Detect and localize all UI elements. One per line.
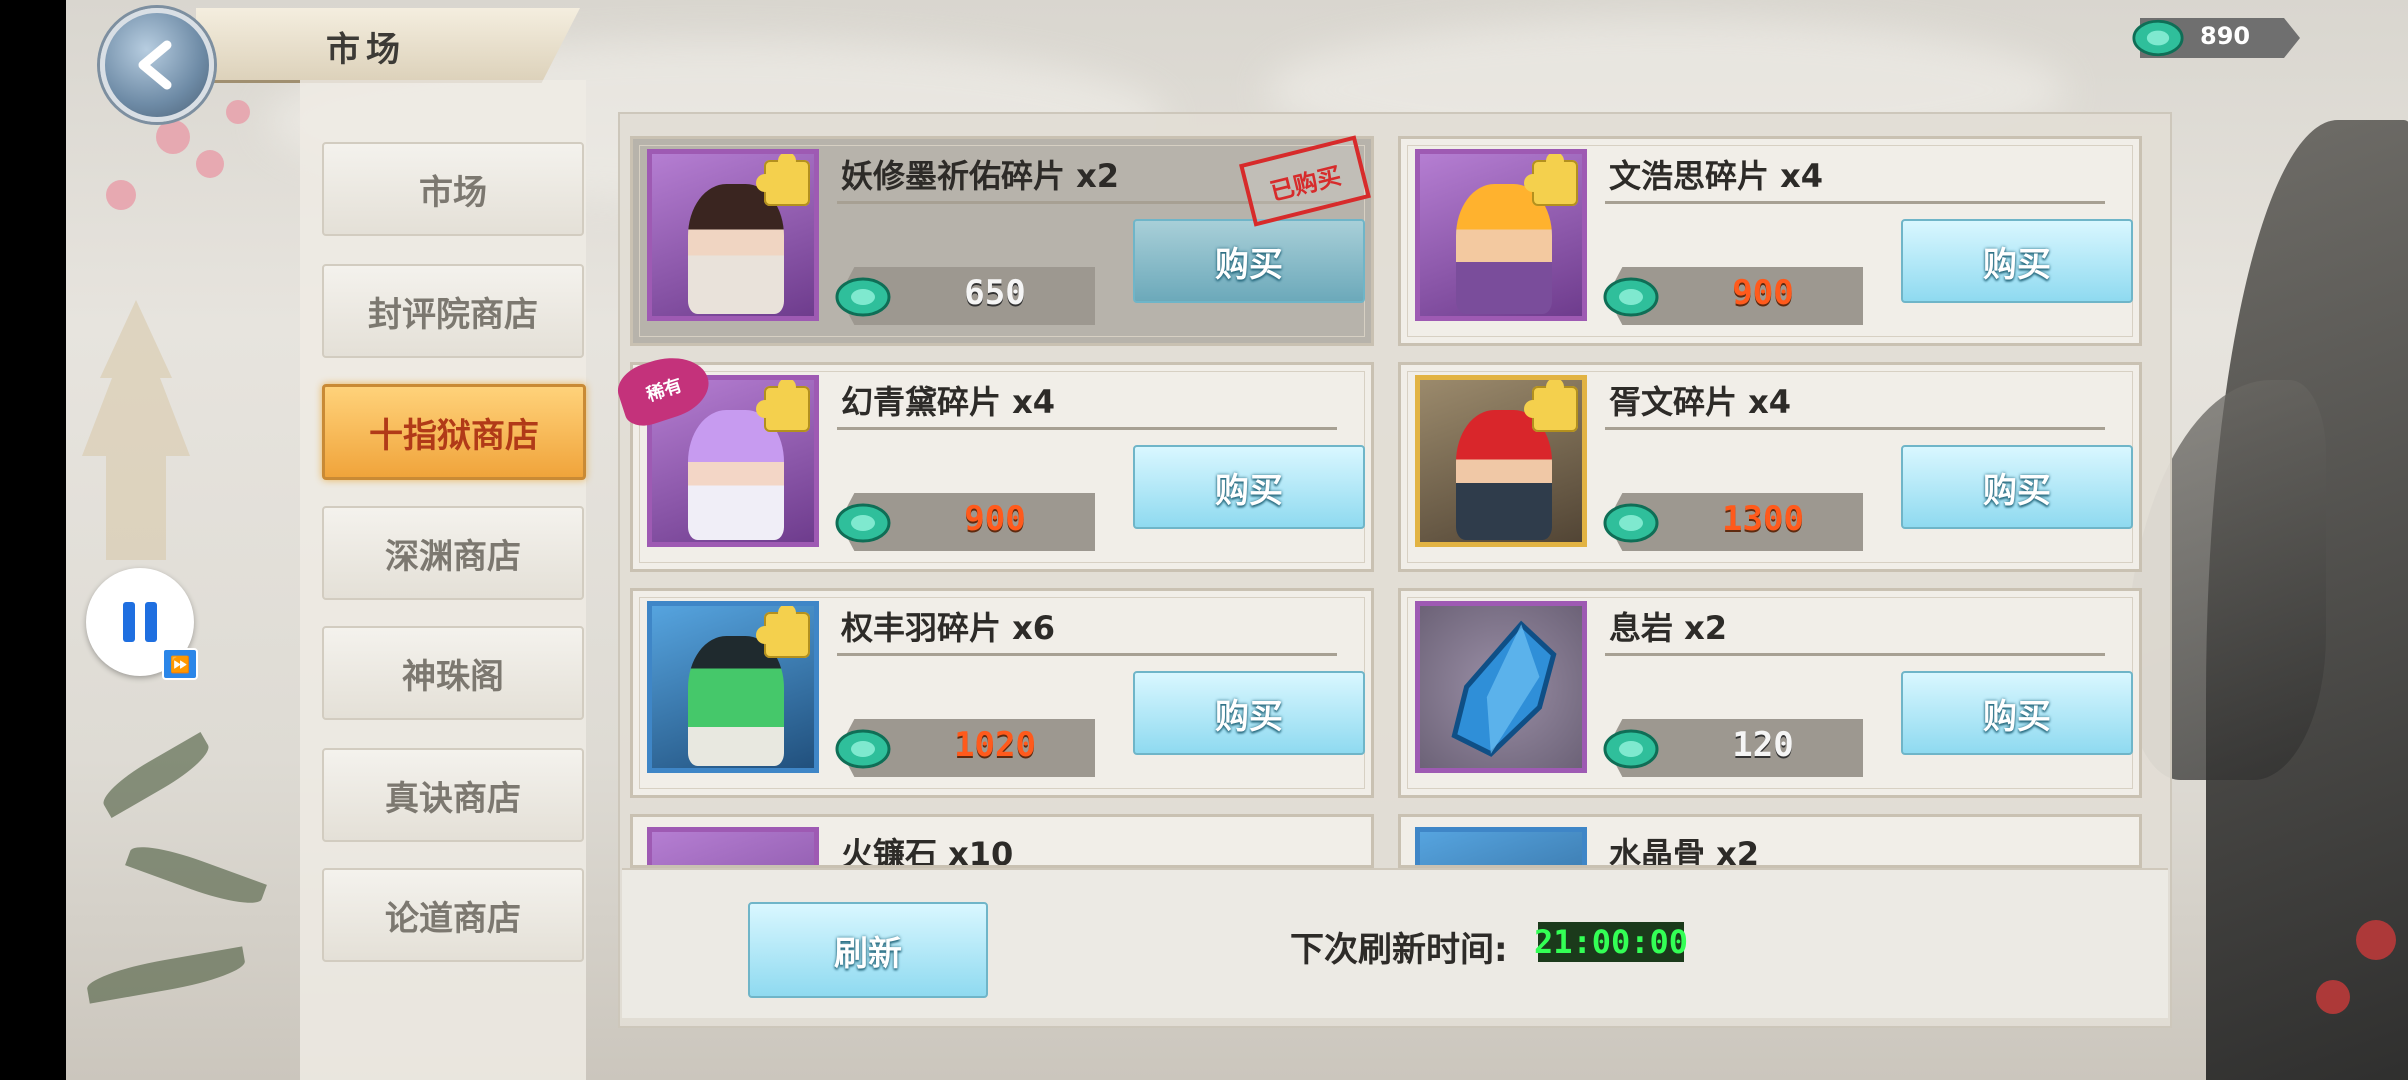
shop-item-card: 水晶骨 x2 — [1398, 814, 2142, 868]
puzzle-piece-icon — [756, 606, 810, 658]
shop-item-card: 胥文碎片 x4 1300 购买 — [1398, 362, 2142, 572]
blossom — [106, 180, 136, 210]
sidebar-item-fengpingyuan-shop[interactable]: 封评院商店 — [322, 264, 584, 358]
refresh-button[interactable]: 刷新 — [748, 902, 988, 998]
buy-button[interactable]: 购买 — [1133, 219, 1365, 303]
blue-crystal-icon — [1451, 620, 1557, 757]
jade-gem-icon — [835, 729, 891, 769]
buy-button[interactable]: 购买 — [1901, 445, 2133, 529]
bamboo-leaf — [96, 732, 216, 818]
item-name: 妖修墨祈佑碎片 x2 — [841, 157, 1120, 195]
item-name: 文浩思碎片 x4 — [1609, 157, 1824, 195]
item-portrait — [647, 827, 819, 865]
buy-button[interactable]: 购买 — [1133, 671, 1365, 755]
blossom — [2356, 920, 2396, 960]
shop-item-card: 妖修墨祈佑碎片 x2 650 购买 已购买 — [630, 135, 1374, 346]
next-refresh-timer: 21:00:00 — [1533, 922, 1689, 962]
shop-item-card: 权丰羽碎片 x6 1020 购买 — [630, 588, 1374, 798]
blossom — [2316, 980, 2350, 1014]
shop-item-card: 稀有 幻青黛碎片 x4 900 购买 — [611, 346, 1374, 572]
sidebar-item-market[interactable]: 市场 — [322, 142, 584, 236]
item-portrait — [1415, 827, 1587, 865]
game-screen: 市场 890 市场 封评院商店 十指狱商店 深渊商店 神珠阁 真诀商店 论道商店… — [0, 0, 2408, 1080]
sidebar-item-zhenjue-shop[interactable]: 真诀商店 — [322, 748, 584, 842]
name-divider — [1605, 201, 2105, 204]
name-divider — [1605, 427, 2105, 430]
puzzle-piece-icon — [756, 380, 810, 432]
sidebar-item-lundao-shop[interactable]: 论道商店 — [322, 868, 584, 962]
back-arrow-icon — [138, 40, 172, 90]
item-name: 息岩 x2 — [1609, 609, 1728, 647]
item-portrait — [1415, 601, 1587, 773]
item-name: 火镰石 x10 — [841, 835, 1014, 868]
hero-portrait-icon — [1415, 149, 1587, 321]
buy-button[interactable]: 购买 — [1901, 671, 2133, 755]
item-price: 900 — [1732, 273, 1794, 313]
sidebar-item-shenzhuge[interactable]: 神珠阁 — [322, 626, 584, 720]
jade-gem-icon — [1603, 277, 1659, 317]
fast-forward-icon[interactable]: ⏩ — [162, 648, 198, 680]
bamboo-leaf — [84, 946, 248, 1004]
bamboo-leaf — [125, 836, 267, 914]
next-refresh-label: 下次刷新时间: — [1290, 930, 1508, 970]
sidebar-item-shizhiyu-shop[interactable]: 十指狱商店 — [322, 384, 586, 480]
name-divider — [1605, 653, 2105, 656]
pause-icon — [123, 602, 157, 642]
puzzle-piece-icon — [1524, 154, 1578, 206]
shop-item-card: 息岩 x2 120 购买 — [1398, 588, 2142, 798]
item-price: 900 — [964, 499, 1026, 539]
jade-gem-icon — [2132, 19, 2184, 57]
puzzle-piece-icon — [756, 154, 810, 206]
item-price: 120 — [1732, 725, 1794, 765]
puzzle-piece-icon — [1524, 380, 1578, 432]
jade-gem-icon — [1603, 729, 1659, 769]
buy-button[interactable]: 购买 — [1133, 445, 1365, 529]
item-name: 幻青黛碎片 x4 — [841, 383, 1056, 421]
name-divider — [837, 427, 1337, 430]
item-price: 650 — [964, 273, 1026, 313]
item-price: 1020 — [954, 725, 1036, 765]
jade-gem-icon — [835, 277, 891, 317]
item-name: 权丰羽碎片 x6 — [841, 609, 1056, 647]
pagoda-silhouette — [82, 300, 190, 560]
hero-portrait-icon — [647, 149, 819, 321]
blossom — [196, 150, 224, 178]
currency-amount: 890 — [2200, 22, 2251, 50]
item-name: 胥文碎片 x4 — [1609, 383, 1792, 421]
buy-button[interactable]: 购买 — [1901, 219, 2133, 303]
back-button[interactable] — [100, 8, 214, 122]
name-divider — [837, 653, 1337, 656]
jade-gem-icon — [1603, 503, 1659, 543]
page-title: 市场 — [326, 30, 406, 70]
blossom — [156, 120, 190, 154]
jade-gem-icon — [835, 503, 891, 543]
sidebar-item-abyss-shop[interactable]: 深渊商店 — [322, 506, 584, 600]
item-name: 水晶骨 x2 — [1609, 835, 1760, 868]
hero-portrait-icon — [647, 601, 819, 773]
shop-item-card: 火镰石 x10 — [630, 814, 1374, 868]
hero-portrait-icon — [1415, 375, 1587, 547]
blossom — [226, 100, 250, 124]
letterbox-bar — [0, 0, 66, 1080]
item-price: 1300 — [1722, 499, 1804, 539]
shop-item-card: 文浩思碎片 x4 900 购买 — [1398, 136, 2142, 346]
